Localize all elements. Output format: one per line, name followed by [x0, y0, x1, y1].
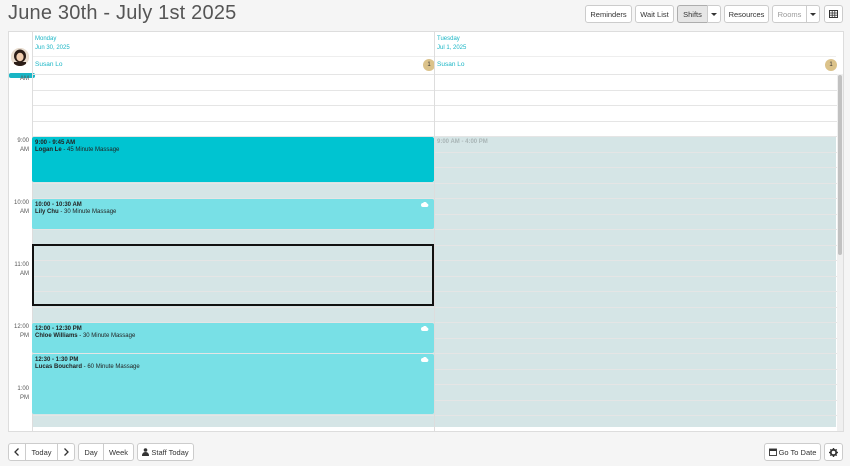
gear-icon [829, 447, 838, 457]
appointment-time: 12:30 - 1:30 PM [35, 357, 79, 363]
appointment-service: - 45 Minute Massage [61, 147, 120, 153]
today-button[interactable]: Today [25, 443, 58, 461]
rooms-dropdown-button[interactable] [806, 5, 820, 23]
cloud-icon [421, 357, 429, 362]
grid-line [32, 307, 838, 308]
rooms-button[interactable]: Rooms [772, 5, 807, 23]
appointment-client: Lily Chu [35, 209, 59, 215]
resources-button[interactable]: Resources [724, 5, 769, 23]
previous-button[interactable] [8, 443, 26, 461]
appointment-client: Chloe Williams [35, 333, 78, 339]
appointment-service: - 60 Minute Massage [82, 364, 140, 370]
calendar-header: Monday Jun 30, 2025 Tuesday Jul 1, 2025 … [9, 32, 843, 75]
staff-today-label: Staff Today [151, 447, 189, 457]
scrollbar-thumb[interactable] [838, 75, 842, 255]
day-view-button[interactable]: Day [78, 443, 104, 461]
staff-name: Susan Lo [35, 61, 63, 68]
appointment-card[interactable]: 12:00 - 12:30 PM Chloe Williams - 30 Min… [32, 323, 434, 353]
chevron-right-icon [64, 448, 69, 456]
selected-slot[interactable] [32, 244, 434, 306]
time-label: 12:00 PM [13, 324, 29, 339]
time-label: AM [20, 76, 29, 82]
cloud-icon [421, 202, 429, 207]
appointment-time: 9:00 - 9:45 AM [35, 140, 76, 146]
appointment-service: - 30 Minute Massage [77, 333, 136, 339]
time-label: 10:00 AM [13, 200, 29, 215]
go-to-date-button[interactable]: Go To Date [764, 443, 821, 461]
staff-name: Susan Lo [437, 61, 465, 68]
day-divider [434, 32, 435, 431]
staff-avatar [11, 48, 29, 66]
day-name: Tuesday [437, 36, 460, 42]
grid-line [32, 183, 838, 184]
appointment-client: Logan Le [35, 147, 62, 153]
chevron-down-icon [711, 12, 717, 16]
grid-line [32, 229, 838, 230]
table-icon [829, 10, 838, 18]
shifts-dropdown-button[interactable] [707, 5, 721, 23]
shifts-button[interactable]: Shifts [677, 5, 708, 23]
calendar-icon [768, 448, 777, 456]
settings-button[interactable] [824, 443, 843, 461]
calendar-grid: Monday Jun 30, 2025 Tuesday Jul 1, 2025 … [8, 31, 844, 432]
grid-line [32, 415, 838, 416]
appointment-card[interactable]: 9:00 - 9:45 AM Logan Le - 45 Minute Mass… [32, 137, 434, 182]
staff-today-button[interactable]: Staff Today [137, 443, 194, 461]
page-title: June 30th - July 1st 2025 [8, 2, 237, 24]
reminders-button[interactable]: Reminders [585, 5, 632, 23]
chevron-left-icon [14, 448, 19, 456]
day-date: Jun 30, 2025 [35, 45, 70, 51]
day-date: Jul 1, 2025 [437, 45, 467, 51]
staff-row-tuesday[interactable]: Susan Lo 1 [434, 56, 837, 74]
go-to-date-label: Go To Date [778, 447, 817, 457]
appointment-card[interactable]: 12:30 - 1:30 PM Lucas Bouchard - 60 Minu… [32, 354, 434, 414]
grid-line [32, 121, 838, 122]
time-label: 9:00 AM [17, 138, 29, 153]
grid-line [32, 105, 838, 106]
appointment-time: 12:00 - 12:30 PM [35, 326, 82, 332]
day-header-monday[interactable]: Monday Jun 30, 2025 [35, 32, 435, 57]
time-label: 1:00 PM [17, 386, 29, 401]
appointment-client: Lucas Bouchard [35, 364, 83, 370]
staff-row-monday[interactable]: Susan Lo 1 [32, 56, 435, 74]
appointment-card[interactable]: 10:00 - 10:30 AM Lily Chu - 30 Minute Ma… [32, 199, 434, 229]
appointment-count-badge: 1 [825, 59, 837, 71]
user-icon [142, 448, 150, 456]
appointment-time: 10:00 - 10:30 AM [35, 202, 82, 208]
time-label: 11:00 AM [14, 262, 29, 277]
chevron-down-icon [810, 12, 816, 16]
grid-line [32, 74, 838, 75]
next-button[interactable] [57, 443, 75, 461]
cloud-icon [421, 326, 429, 331]
day-name: Monday [35, 36, 57, 42]
table-view-button[interactable] [824, 5, 843, 23]
appointment-service: - 30 Minute Massage [58, 209, 117, 215]
grid-line [32, 90, 838, 91]
week-view-button[interactable]: Week [103, 443, 134, 461]
day-header-tuesday[interactable]: Tuesday Jul 1, 2025 [437, 32, 837, 57]
wait-list-button[interactable]: Wait List [635, 5, 674, 23]
shift-label: 9:00 AM - 4:00 PM [437, 139, 488, 145]
